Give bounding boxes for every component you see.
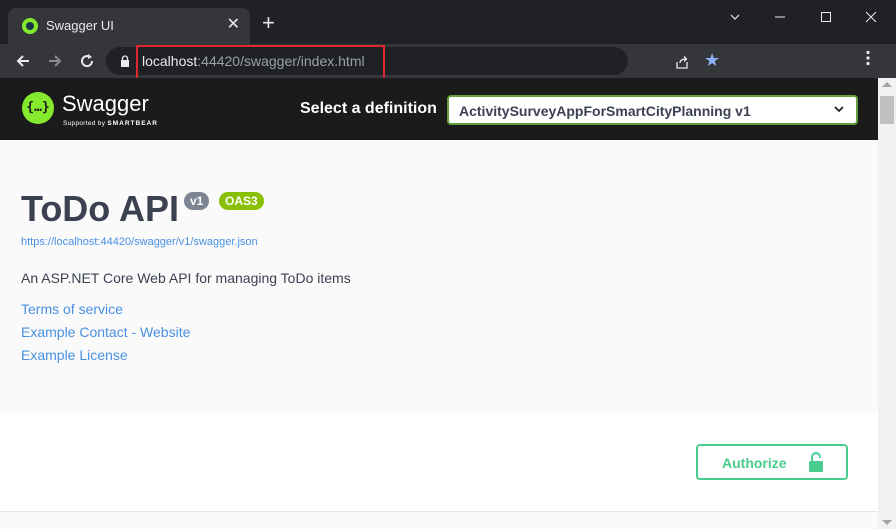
close-window-icon[interactable] — [857, 6, 885, 28]
license-link[interactable]: Example License — [21, 347, 128, 363]
browser-titlebar: Swagger UI ✕ + — [0, 0, 896, 44]
terms-of-service-link[interactable]: Terms of service — [21, 301, 123, 317]
new-tab-button[interactable]: + — [262, 12, 275, 34]
definition-select-value: ActivitySurveyAppForSmartCityPlanning v1 — [459, 103, 751, 119]
swagger-logo-icon[interactable]: {…} — [22, 92, 54, 124]
authorize-button[interactable]: Authorize — [696, 444, 848, 480]
forward-arrow-icon[interactable] — [44, 50, 66, 72]
scrollbar-thumb[interactable] — [880, 96, 894, 124]
oas-badge: OAS3 — [219, 192, 264, 210]
tab-close-icon[interactable]: ✕ — [227, 16, 240, 34]
browser-menu-icon[interactable] — [866, 49, 870, 71]
logo-sub-brand: SMARTBEAR — [107, 120, 158, 127]
spec-url-link[interactable]: https://localhost:44420/swagger/v1/swagg… — [21, 236, 258, 248]
maximize-window-icon[interactable] — [812, 6, 840, 28]
contact-link[interactable]: Example Contact - Website — [21, 324, 190, 340]
scroll-up-arrow-icon[interactable] — [882, 82, 892, 87]
swagger-logo-text[interactable]: Swagger — [62, 91, 149, 117]
url-highlight-annotation — [136, 45, 385, 80]
tab-title: Swagger UI — [46, 18, 114, 33]
browser-tab[interactable]: Swagger UI ✕ — [8, 8, 250, 44]
logo-sub-prefix: Supported by — [63, 120, 106, 127]
definition-select[interactable]: ActivitySurveyAppForSmartCityPlanning v1 — [447, 95, 858, 125]
chevron-down-icon — [834, 106, 844, 113]
minimize-window-icon[interactable] — [766, 6, 794, 28]
authorize-label: Authorize — [722, 455, 787, 471]
version-badge: v1 — [184, 192, 210, 210]
tab-search-chevron-icon[interactable] — [721, 6, 749, 28]
lock-icon[interactable] — [120, 55, 130, 67]
api-title: ToDo API — [21, 188, 179, 229]
api-info-section: ToDo API v1 OAS3 https://localhost:44420… — [0, 140, 878, 413]
back-arrow-icon[interactable] — [12, 50, 34, 72]
select-definition-label: Select a definition — [300, 100, 437, 117]
reload-icon[interactable] — [76, 50, 98, 72]
share-icon[interactable] — [674, 54, 690, 70]
page-scrollbar[interactable] — [878, 78, 896, 529]
api-description: An ASP.NET Core Web API for managing ToD… — [21, 270, 351, 286]
swagger-topbar: {…} Swagger Supported by SMARTBEAR Selec… — [0, 78, 878, 140]
browser-toolbar: localhost:44420/swagger/index.html ★ — [0, 44, 896, 78]
scroll-down-arrow-icon[interactable] — [882, 520, 892, 525]
swagger-logo-subtitle: Supported by SMARTBEAR — [63, 120, 158, 127]
bookmark-star-icon[interactable]: ★ — [704, 50, 720, 71]
swagger-favicon-icon — [22, 18, 38, 34]
unlock-icon — [809, 452, 823, 472]
scheme-container: Authorize — [0, 413, 878, 512]
